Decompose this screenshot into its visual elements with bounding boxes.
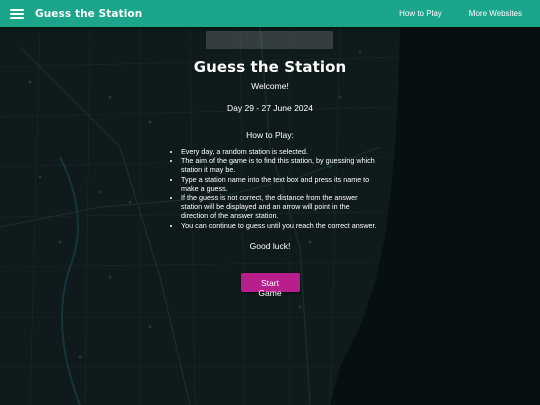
rule-item: You can continue to guess until you reac… <box>181 221 377 230</box>
welcome-text: Welcome! <box>251 81 289 91</box>
rules-list: Every day, a random station is selected.… <box>181 147 377 230</box>
app-title: Guess the Station <box>35 7 143 20</box>
how-to-heading: How to Play: <box>246 130 294 140</box>
app-bar: Guess the Station How to Play More Websi… <box>0 0 540 27</box>
rule-item: If the guess is not correct, the distanc… <box>181 193 377 221</box>
rule-item: Type a station name into the text box an… <box>181 175 377 193</box>
rule-item: The aim of the game is to find this stat… <box>181 156 377 174</box>
nav-how-to-play[interactable]: How to Play <box>399 9 442 18</box>
start-game-button[interactable]: Start Game <box>240 272 300 298</box>
top-nav: How to Play More Websites <box>372 9 522 18</box>
rule-item: Every day, a random station is selected. <box>181 147 377 156</box>
station-search-input[interactable] <box>206 31 333 49</box>
how-to-play-dialog: Guess the Station Welcome! Day 29 - 27 J… <box>163 52 377 300</box>
nav-more-websites[interactable]: More Websites <box>469 9 522 18</box>
good-luck-text: Good luck! <box>249 240 291 251</box>
dialog-title: Guess the Station <box>193 58 347 76</box>
day-label: Day 29 - 27 June 2024 <box>226 103 313 113</box>
menu-icon[interactable] <box>10 8 24 19</box>
